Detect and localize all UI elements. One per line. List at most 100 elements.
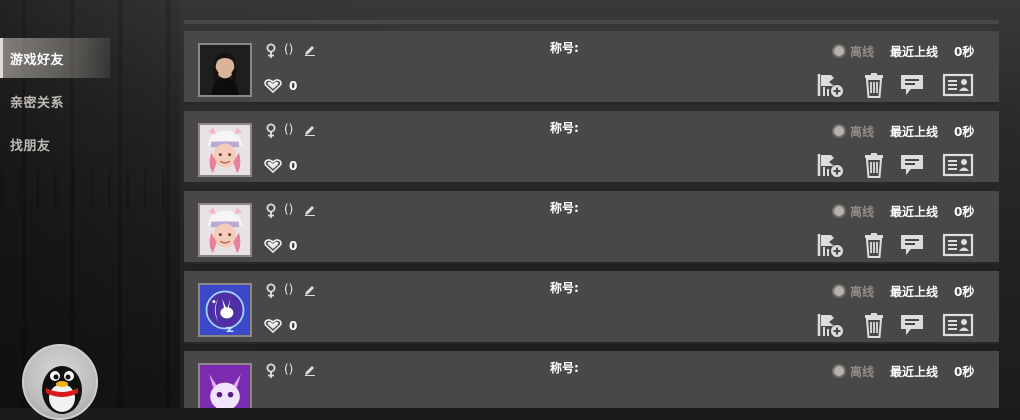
delete-button[interactable] [860, 72, 888, 98]
heart-icon [264, 79, 282, 93]
add-to-group-icon [817, 74, 843, 97]
intimacy-value: 0 [289, 239, 298, 253]
delete-button[interactable] [860, 152, 888, 178]
profile-card-button[interactable] [942, 232, 974, 258]
online-status: 离线 [850, 285, 875, 299]
delete-button[interactable] [860, 232, 888, 258]
online-status: 离线 [850, 125, 875, 139]
qq-penguin-icon[interactable] [22, 344, 98, 420]
chat-button[interactable] [898, 152, 926, 178]
add-to-group-icon [817, 154, 843, 177]
female-icon [266, 203, 276, 218]
add-to-group-icon [817, 314, 843, 337]
online-status: 离线 [850, 205, 875, 219]
profile-card-icon [942, 313, 974, 337]
friend-avatar[interactable] [198, 123, 252, 177]
profile-card-icon [942, 153, 974, 177]
friend-list: () 0 称号: 离线 最近上线 0秒 () 0 称号: 离线 最近上线 0秒 … [184, 31, 999, 408]
sidebar-nav: 游戏好友 亲密关系 找朋友 [0, 38, 110, 167]
title-label: 称号: [550, 281, 579, 295]
title-label: 称号: [550, 41, 579, 55]
intimacy-value: 0 [289, 159, 298, 173]
friend-card[interactable]: () 0 称号: 离线 最近上线 0秒 [184, 191, 999, 264]
edit-icon[interactable] [304, 204, 316, 216]
sidebar-item-label: 亲密关系 [10, 95, 65, 111]
profile-card-icon [942, 233, 974, 257]
friend-name: () [284, 282, 294, 296]
heart-icon [264, 239, 282, 253]
intimacy-value: 0 [289, 319, 298, 333]
status-dot-icon [834, 366, 844, 376]
status-dot-icon [834, 126, 844, 136]
chat-icon [901, 315, 923, 335]
profile-card-button[interactable] [942, 72, 974, 98]
add-to-group-button[interactable] [816, 72, 844, 98]
friend-name: () [284, 202, 294, 216]
list-top-bar [184, 20, 999, 24]
friend-name: () [284, 42, 294, 56]
background-fence [0, 170, 180, 210]
friend-avatar[interactable] [198, 363, 252, 408]
friend-card[interactable]: () 0 称号: 离线 最近上线 0秒 [184, 271, 999, 344]
friend-card[interactable]: () 称号: 离线 最近上线 0秒 [184, 351, 999, 408]
delete-icon [865, 73, 883, 98]
chat-icon [901, 235, 923, 255]
heart-icon [264, 159, 282, 173]
friend-avatar[interactable] [198, 283, 252, 337]
profile-card-button[interactable] [942, 312, 974, 338]
last-online-duration: 0秒 [954, 205, 975, 219]
status-dot-icon [834, 286, 844, 296]
chat-button[interactable] [898, 72, 926, 98]
add-to-group-icon [817, 234, 843, 257]
edit-icon[interactable] [304, 44, 316, 56]
delete-icon [865, 233, 883, 258]
friend-card[interactable]: () 0 称号: 离线 最近上线 0秒 [184, 111, 999, 184]
edit-icon[interactable] [304, 284, 316, 296]
delete-icon [865, 313, 883, 338]
add-to-group-button[interactable] [816, 152, 844, 178]
last-online-duration: 0秒 [954, 45, 975, 59]
title-label: 称号: [550, 361, 579, 375]
last-online-label: 最近上线 [890, 205, 939, 219]
last-online-duration: 0秒 [954, 125, 975, 139]
last-online-duration: 0秒 [954, 285, 975, 299]
female-icon [266, 283, 276, 298]
last-online-duration: 0秒 [954, 365, 975, 379]
chat-button[interactable] [898, 312, 926, 338]
friend-name: () [284, 362, 294, 376]
friend-avatar[interactable] [198, 43, 252, 97]
sidebar-item-intimate-relations[interactable]: 亲密关系 [0, 81, 110, 121]
last-online-label: 最近上线 [890, 125, 939, 139]
intimacy-value: 0 [289, 79, 298, 93]
last-online-label: 最近上线 [890, 45, 939, 59]
friend-name: () [284, 122, 294, 136]
edit-icon[interactable] [304, 124, 316, 136]
edit-icon[interactable] [304, 364, 316, 376]
online-status: 离线 [850, 45, 875, 59]
chat-button[interactable] [898, 232, 926, 258]
female-icon [266, 363, 276, 378]
online-status: 离线 [850, 365, 875, 379]
chat-icon [901, 155, 923, 175]
sidebar-item-game-friends[interactable]: 游戏好友 [0, 38, 110, 78]
add-to-group-button[interactable] [816, 312, 844, 338]
heart-icon [264, 319, 282, 333]
friend-avatar[interactable] [198, 203, 252, 257]
title-label: 称号: [550, 121, 579, 135]
sidebar-item-label: 游戏好友 [10, 52, 65, 68]
status-dot-icon [834, 46, 844, 56]
status-dot-icon [834, 206, 844, 216]
female-icon [266, 43, 276, 58]
friend-card[interactable]: () 0 称号: 离线 最近上线 0秒 [184, 31, 999, 104]
delete-button[interactable] [860, 312, 888, 338]
last-online-label: 最近上线 [890, 365, 939, 379]
last-online-label: 最近上线 [890, 285, 939, 299]
profile-card-button[interactable] [942, 152, 974, 178]
add-to-group-button[interactable] [816, 232, 844, 258]
profile-card-icon [942, 73, 974, 97]
chat-icon [901, 75, 923, 95]
delete-icon [865, 153, 883, 178]
title-label: 称号: [550, 201, 579, 215]
female-icon [266, 123, 276, 138]
sidebar-item-find-friends[interactable]: 找朋友 [0, 124, 110, 164]
